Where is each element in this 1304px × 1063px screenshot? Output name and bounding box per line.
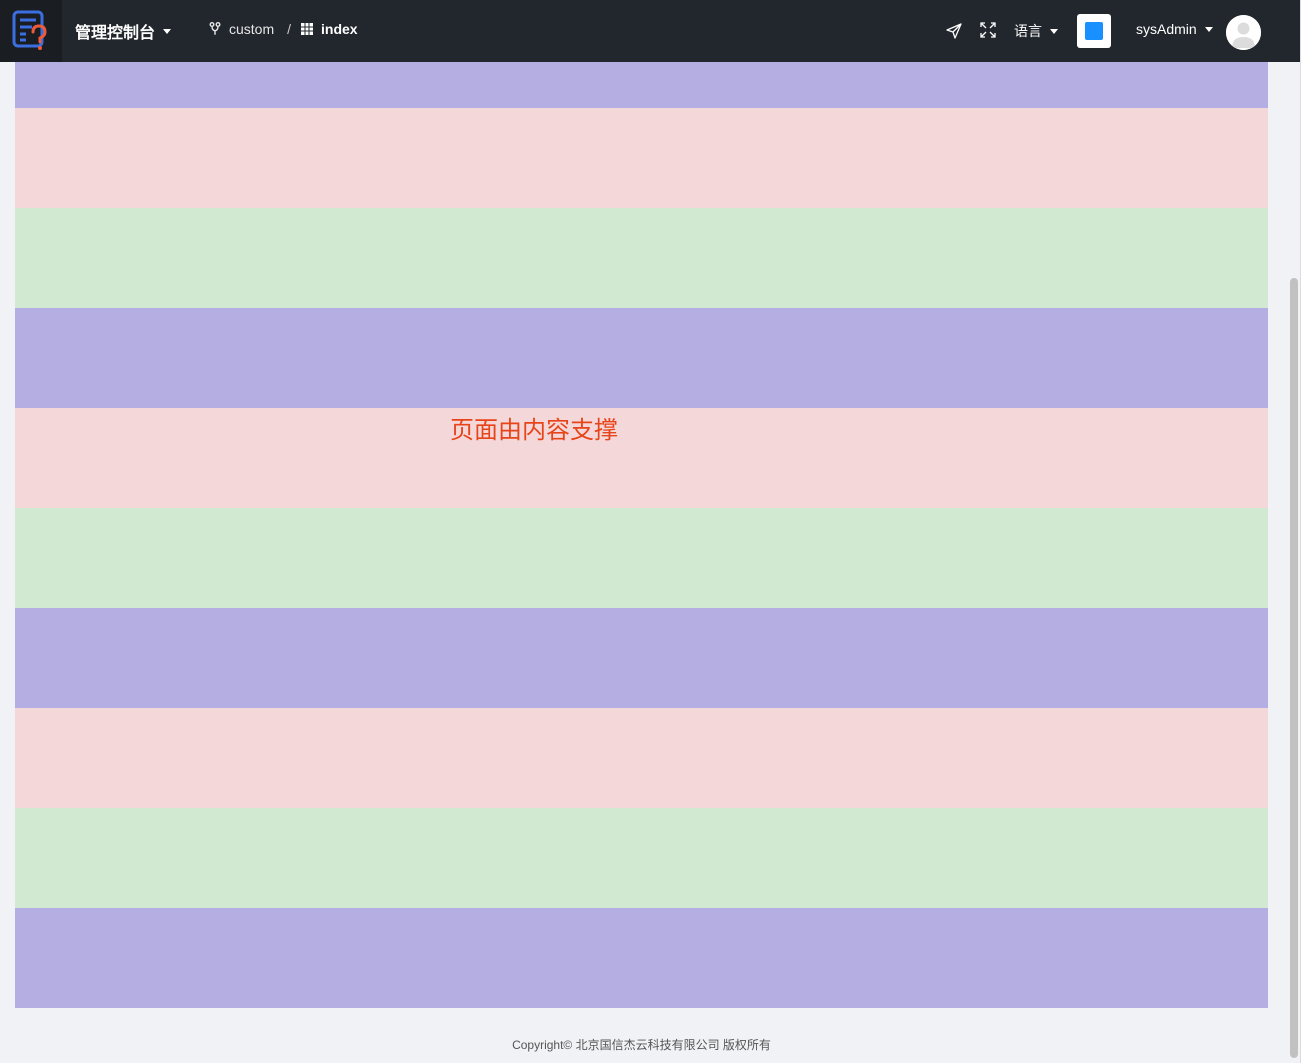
- stripe-block: [15, 808, 1268, 908]
- stripe-block: [15, 508, 1268, 608]
- theme-color-button[interactable]: [1077, 14, 1111, 48]
- chevron-down-icon: [1204, 26, 1213, 32]
- main-content: 页面由内容支撑: [15, 0, 1268, 1008]
- stripe-block: [15, 908, 1268, 1008]
- app-logo[interactable]: [0, 0, 62, 62]
- send-icon[interactable]: [945, 22, 963, 45]
- chevron-down-icon: [1050, 28, 1058, 34]
- logo-icon: [12, 10, 47, 50]
- chevron-down-icon: [163, 28, 172, 34]
- breadcrumb-item-custom[interactable]: custom: [209, 21, 274, 37]
- branch-icon: [209, 22, 221, 35]
- breadcrumb-label: custom: [229, 21, 275, 37]
- console-title: 管理控制台: [75, 25, 156, 42]
- stripe-block: [15, 308, 1268, 408]
- grid-icon: [301, 23, 314, 35]
- stripe-block: [15, 608, 1268, 708]
- breadcrumb-label: index: [321, 21, 358, 37]
- window-edge: [1300, 0, 1304, 1063]
- console-menu[interactable]: 管理控制台: [75, 19, 172, 43]
- footer-copyright: Copyright© 北京国信杰云科技有限公司 版权所有: [512, 1038, 771, 1052]
- user-menu[interactable]: sysAdmin: [1136, 21, 1213, 37]
- scrollbar-thumb[interactable]: [1290, 278, 1298, 1058]
- stripe-block: 页面由内容支撑: [15, 408, 1268, 508]
- stripe-block: [15, 708, 1268, 808]
- header-tools: 语言 sysAdmin: [0, 0, 1300, 62]
- fullscreen-icon[interactable]: [979, 21, 997, 44]
- stripe-block: [15, 208, 1268, 308]
- breadcrumb: custom / index: [209, 21, 358, 37]
- theme-swatch: [1085, 22, 1103, 40]
- breadcrumb-separator: /: [287, 21, 292, 37]
- avatar[interactable]: [1226, 15, 1261, 50]
- content-support-text: 页面由内容支撑: [450, 416, 618, 444]
- stripe-block: [15, 108, 1268, 208]
- username: sysAdmin: [1136, 21, 1197, 37]
- language-label: 语言: [1014, 23, 1042, 39]
- user-avatar-icon: [1226, 15, 1261, 50]
- language-menu[interactable]: 语言: [1014, 21, 1058, 41]
- breadcrumb-item-index[interactable]: index: [301, 21, 358, 37]
- top-header: 管理控制台 custom / index 语言 sysAdmin: [0, 0, 1300, 62]
